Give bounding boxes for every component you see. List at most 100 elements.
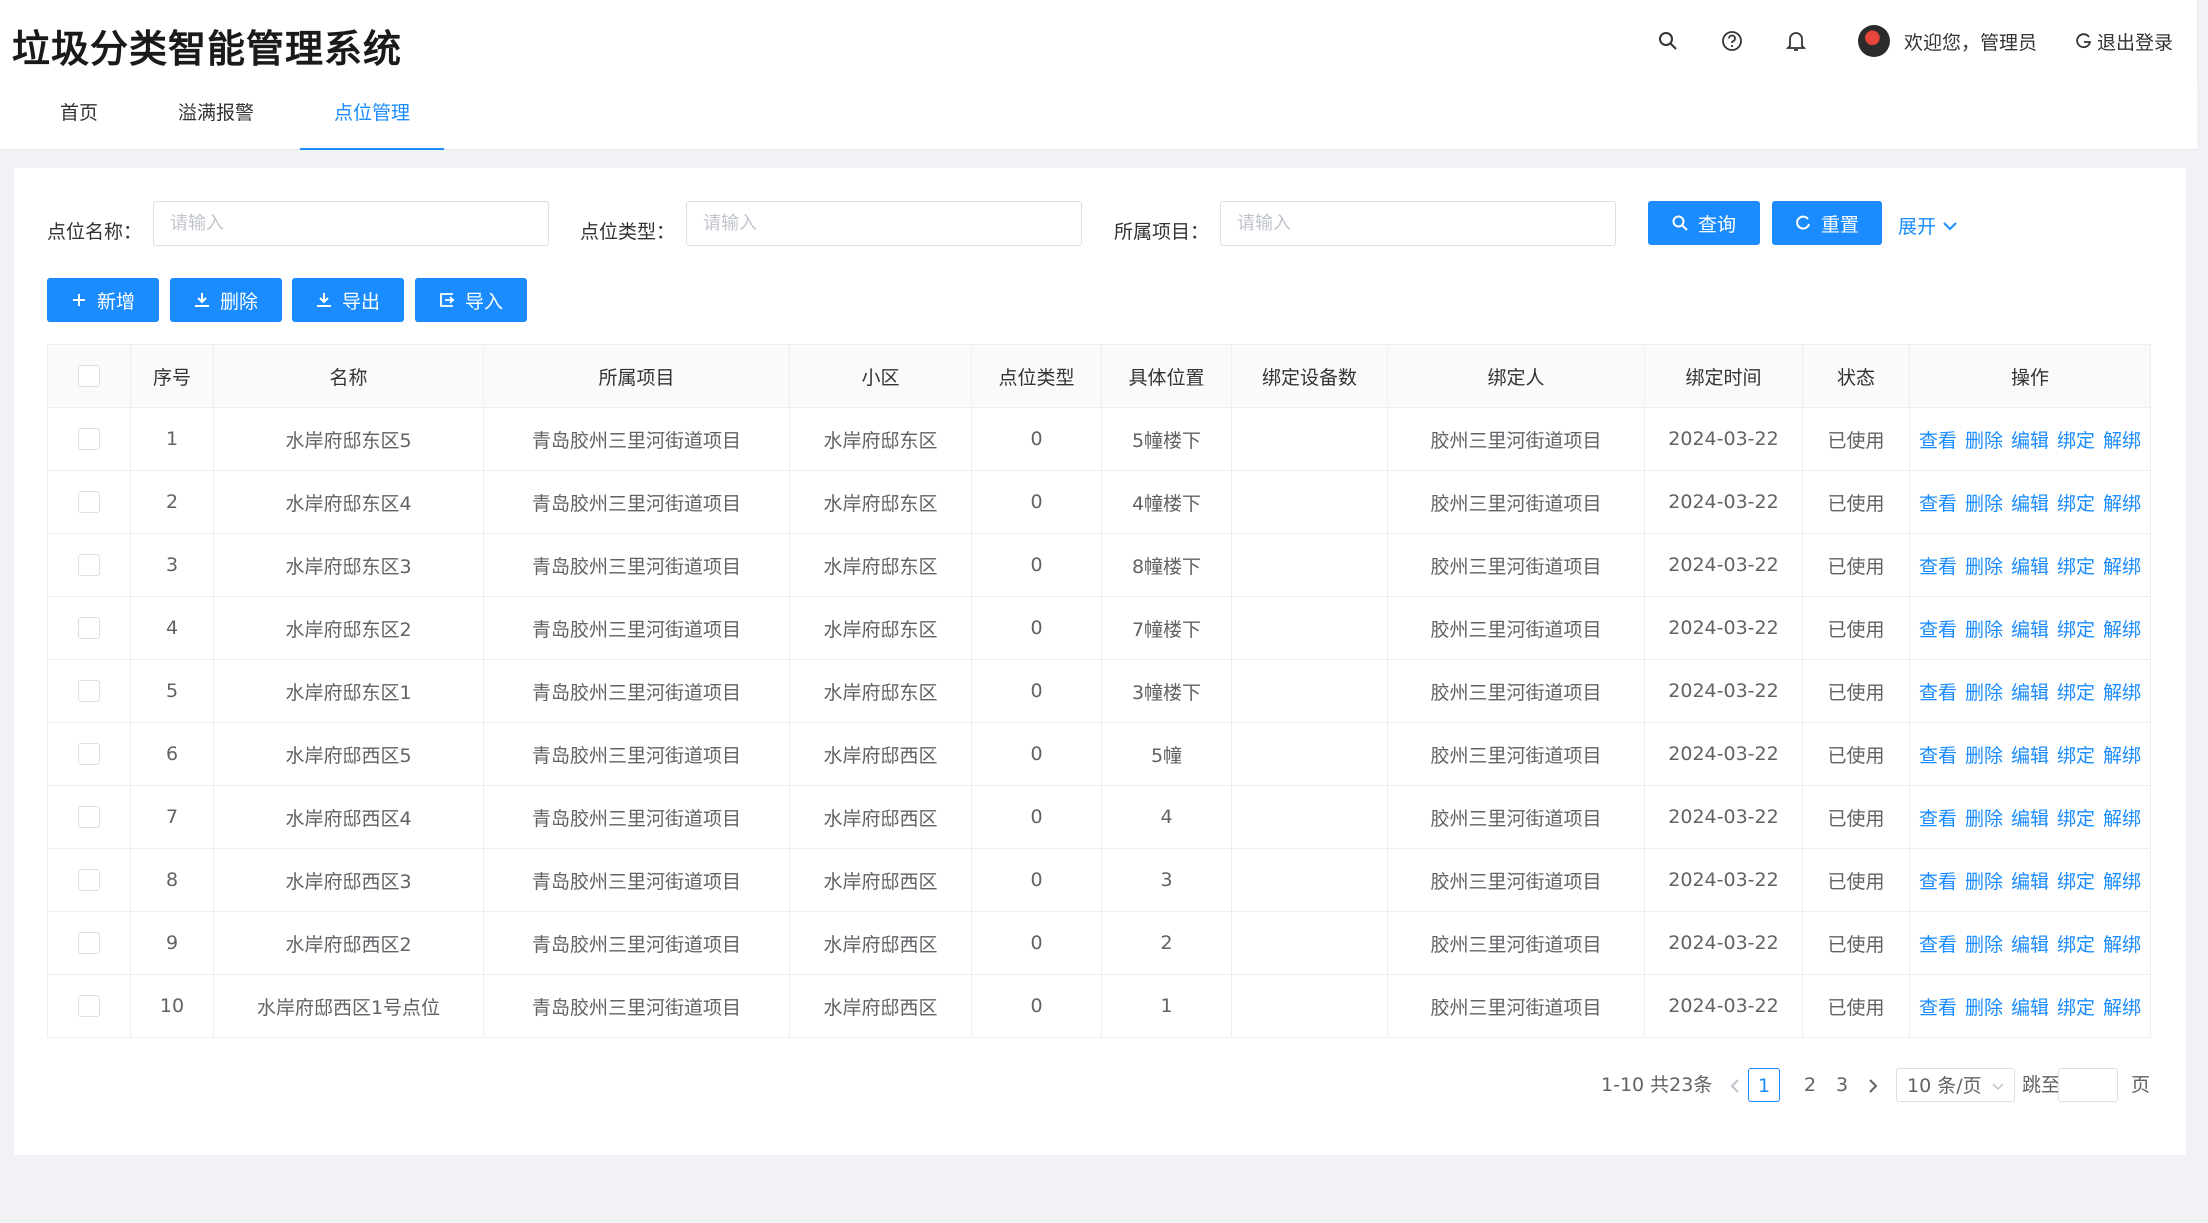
select-all-cell[interactable]	[47, 344, 131, 408]
cell-name: 水岸府邸东区3	[213, 533, 484, 597]
row-select-cell[interactable]	[47, 974, 131, 1038]
row-bind-link[interactable]: 绑定	[2057, 934, 2095, 956]
jump-page-input[interactable]	[2058, 1068, 2118, 1102]
select-all-checkbox[interactable]	[78, 365, 100, 388]
row-unbind-link[interactable]: 解绑	[2103, 493, 2141, 515]
help-icon[interactable]	[1700, 21, 1764, 61]
row-view-link[interactable]: 查看	[1919, 997, 1957, 1019]
row-unbind-link[interactable]: 解绑	[2103, 745, 2141, 767]
tab-overflow-alarm[interactable]: 溢满报警	[160, 82, 272, 150]
row-delete-link[interactable]: 删除	[1965, 430, 2003, 452]
row-select-cell[interactable]	[47, 848, 131, 912]
row-checkbox[interactable]	[78, 428, 100, 451]
row-checkbox[interactable]	[78, 932, 100, 955]
row-bind-link[interactable]: 绑定	[2057, 745, 2095, 767]
search-icon[interactable]	[1636, 21, 1700, 61]
import-button[interactable]: 导入	[415, 278, 527, 322]
row-bind-link[interactable]: 绑定	[2057, 808, 2095, 830]
point-type-input[interactable]	[686, 201, 1082, 246]
row-view-link[interactable]: 查看	[1919, 808, 1957, 830]
row-checkbox[interactable]	[78, 806, 100, 829]
row-view-link[interactable]: 查看	[1919, 556, 1957, 578]
row-delete-link[interactable]: 删除	[1965, 493, 2003, 515]
row-checkbox[interactable]	[78, 491, 100, 514]
row-view-link[interactable]: 查看	[1919, 745, 1957, 767]
page-size-select[interactable]: 10 条/页	[1896, 1068, 2015, 1102]
row-delete-link[interactable]: 删除	[1965, 934, 2003, 956]
row-select-cell[interactable]	[47, 596, 131, 660]
row-select-cell[interactable]	[47, 659, 131, 723]
row-delete-link[interactable]: 删除	[1965, 745, 2003, 767]
export-button[interactable]: 导出	[292, 278, 404, 322]
row-view-link[interactable]: 查看	[1919, 934, 1957, 956]
row-checkbox[interactable]	[78, 554, 100, 577]
row-delete-link[interactable]: 删除	[1965, 682, 2003, 704]
row-delete-link[interactable]: 删除	[1965, 871, 2003, 893]
row-bind-link[interactable]: 绑定	[2057, 682, 2095, 704]
row-edit-link[interactable]: 编辑	[2011, 934, 2049, 956]
row-unbind-link[interactable]: 解绑	[2103, 871, 2141, 893]
row-bind-link[interactable]: 绑定	[2057, 556, 2095, 578]
tab-point-management[interactable]: 点位管理	[300, 82, 444, 150]
row-edit-link[interactable]: 编辑	[2011, 997, 2049, 1019]
row-select-cell[interactable]	[47, 722, 131, 786]
delete-button[interactable]: 删除	[170, 278, 282, 322]
project-input[interactable]	[1220, 201, 1616, 246]
next-page-button[interactable]	[1860, 1068, 1886, 1102]
bell-icon[interactable]	[1764, 21, 1828, 61]
row-checkbox[interactable]	[78, 743, 100, 766]
cell-status: 已使用	[1802, 974, 1910, 1038]
row-delete-link[interactable]: 删除	[1965, 556, 2003, 578]
row-edit-link[interactable]: 编辑	[2011, 493, 2049, 515]
row-view-link[interactable]: 查看	[1919, 619, 1957, 641]
row-select-cell[interactable]	[47, 911, 131, 975]
row-edit-link[interactable]: 编辑	[2011, 619, 2049, 641]
row-unbind-link[interactable]: 解绑	[2103, 619, 2141, 641]
row-checkbox[interactable]	[78, 995, 100, 1018]
row-bind-link[interactable]: 绑定	[2057, 493, 2095, 515]
row-unbind-link[interactable]: 解绑	[2103, 934, 2141, 956]
page-3-button[interactable]: 3	[1826, 1068, 1858, 1102]
column-header: 状态	[1802, 344, 1910, 408]
row-view-link[interactable]: 查看	[1919, 493, 1957, 515]
row-select-cell[interactable]	[47, 533, 131, 597]
page-2-button[interactable]: 2	[1794, 1068, 1826, 1102]
row-edit-link[interactable]: 编辑	[2011, 556, 2049, 578]
row-select-cell[interactable]	[47, 470, 131, 534]
row-delete-link[interactable]: 删除	[1965, 997, 2003, 1019]
row-bind-link[interactable]: 绑定	[2057, 619, 2095, 641]
row-edit-link[interactable]: 编辑	[2011, 808, 2049, 830]
row-unbind-link[interactable]: 解绑	[2103, 808, 2141, 830]
logout-button[interactable]: 退出登录	[2075, 28, 2173, 55]
row-select-cell[interactable]	[47, 785, 131, 849]
row-select-cell[interactable]	[47, 407, 131, 471]
reset-button[interactable]: 重置	[1772, 201, 1882, 245]
row-edit-link[interactable]: 编辑	[2011, 871, 2049, 893]
row-checkbox[interactable]	[78, 617, 100, 640]
row-unbind-link[interactable]: 解绑	[2103, 430, 2141, 452]
search-button[interactable]: 查询	[1648, 201, 1760, 245]
row-delete-link[interactable]: 删除	[1965, 808, 2003, 830]
row-bind-link[interactable]: 绑定	[2057, 997, 2095, 1019]
expand-toggle[interactable]: 展开	[1898, 212, 1958, 239]
row-checkbox[interactable]	[78, 869, 100, 892]
row-bind-link[interactable]: 绑定	[2057, 871, 2095, 893]
tab-home[interactable]: 首页	[30, 82, 128, 150]
prev-page-button[interactable]	[1724, 1068, 1746, 1102]
avatar[interactable]	[1857, 25, 1890, 57]
row-view-link[interactable]: 查看	[1919, 871, 1957, 893]
row-edit-link[interactable]: 编辑	[2011, 682, 2049, 704]
row-bind-link[interactable]: 绑定	[2057, 430, 2095, 452]
row-unbind-link[interactable]: 解绑	[2103, 682, 2141, 704]
row-view-link[interactable]: 查看	[1919, 682, 1957, 704]
row-edit-link[interactable]: 编辑	[2011, 430, 2049, 452]
row-unbind-link[interactable]: 解绑	[2103, 556, 2141, 578]
point-name-input[interactable]	[153, 201, 549, 246]
row-unbind-link[interactable]: 解绑	[2103, 997, 2141, 1019]
row-delete-link[interactable]: 删除	[1965, 619, 2003, 641]
row-checkbox[interactable]	[78, 680, 100, 703]
page-1-button[interactable]: 1	[1748, 1068, 1780, 1102]
row-view-link[interactable]: 查看	[1919, 430, 1957, 452]
row-edit-link[interactable]: 编辑	[2011, 745, 2049, 767]
add-button[interactable]: 新增	[47, 278, 159, 322]
